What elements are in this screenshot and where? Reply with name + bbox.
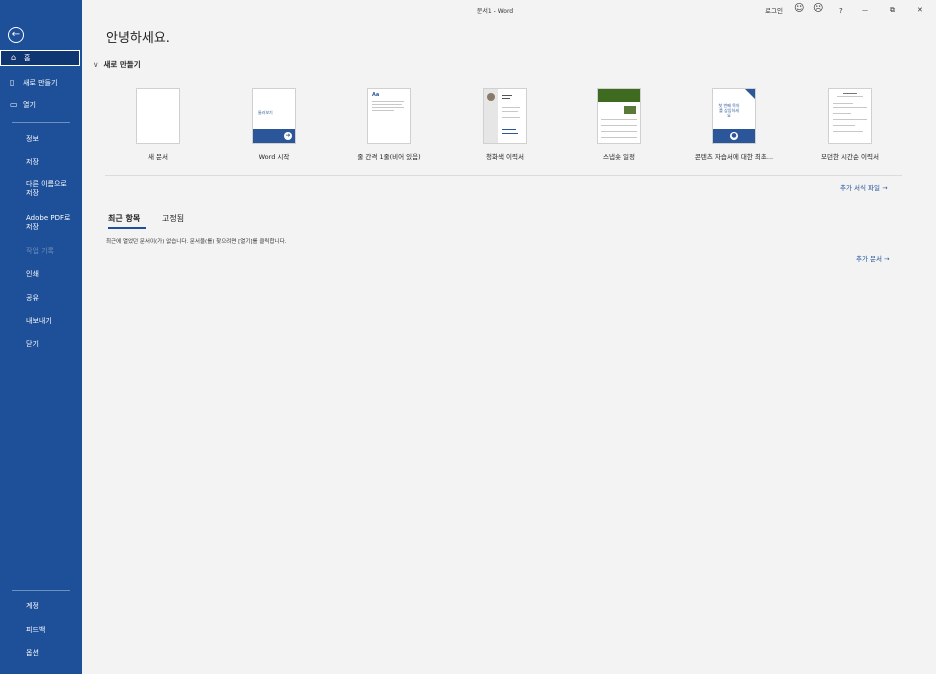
login-button[interactable]: 로그인 — [765, 5, 783, 15]
thumb-line — [372, 110, 394, 111]
template-single-spaced[interactable]: Aa 줄 간격 1줄(비어 있음) — [339, 88, 439, 161]
sidebar-item-info[interactable]: 정보 — [0, 135, 82, 144]
thumb-text: 첫 번째 목차를 삽입하세요 — [718, 103, 740, 118]
thumb-line — [833, 103, 853, 104]
thumb-line — [843, 93, 857, 94]
thumb-line — [502, 117, 520, 118]
sidebar-item-save-pdf[interactable]: Adobe PDF로 저장 — [0, 214, 80, 232]
template-snapshot-calendar[interactable]: 스냅숏 일정 — [569, 88, 669, 161]
backstage-sidebar: ← ⌂ 홈 ▯ 새로 만들기 ▭ 열기 정보 저장 다른 이름으로 저장 Ado… — [0, 0, 82, 674]
template-thumbnail — [828, 88, 872, 144]
sidebar-item-label: 새로 만들기 — [23, 79, 58, 87]
thumb-line — [372, 107, 404, 108]
template-thumbnail: 첫 번째 목차를 삽입하세요 ● — [712, 88, 756, 144]
sidebar-divider — [12, 590, 70, 591]
thumb-text: Aa — [372, 92, 380, 98]
new-section-label: 새로 만들기 — [103, 60, 141, 69]
thumb-line — [833, 119, 867, 120]
tab-pinned[interactable]: 고정됨 — [162, 213, 184, 224]
tutorial-icon: ● — [730, 132, 738, 140]
minimize-icon[interactable]: — — [862, 5, 868, 17]
template-thumbnail — [136, 88, 180, 144]
thumb-line — [601, 131, 637, 132]
tab-recent[interactable]: 최근 항목 — [108, 213, 140, 224]
sidebar-item-print[interactable]: 인쇄 — [0, 270, 82, 279]
frown-icon[interactable]: ☹ — [813, 3, 823, 15]
more-templates-link[interactable]: 추가 서식 파일 → — [840, 182, 888, 192]
sidebar-item-label: 홈 — [24, 54, 31, 62]
restore-icon[interactable]: ⧉ — [890, 4, 895, 16]
section-divider — [105, 175, 902, 176]
sidebar-item-home[interactable]: ⌂ 홈 — [0, 50, 80, 66]
thumb-header-band — [598, 89, 640, 102]
thumb-line — [502, 107, 520, 108]
template-label: 콘텐츠 자습서에 대한 최초... — [694, 153, 774, 161]
empty-recent-message: 최근에 열었던 문서이(가) 없습니다. 문서을(를) 찾으려면 [열기]를 클… — [106, 239, 287, 245]
sidebar-item-label: 열기 — [23, 101, 36, 109]
sidebar-item-close[interactable]: 닫기 — [0, 340, 82, 349]
template-thumbnail: Aa — [367, 88, 411, 144]
template-label: 줄 간격 1줄(비어 있음) — [357, 153, 421, 161]
template-blank[interactable]: 새 문서 — [108, 88, 208, 161]
template-thumbnail: 둘러보기 ➜ — [252, 88, 296, 144]
thumb-line — [502, 98, 510, 99]
sidebar-item-open[interactable]: ▭ 열기 — [0, 97, 82, 113]
thumb-line — [502, 111, 518, 112]
template-label: 스냅숏 일정 — [603, 153, 635, 161]
template-label: 청화색 이력서 — [486, 153, 524, 161]
thumb-line — [601, 125, 637, 126]
arrow-right-icon: ➜ — [284, 132, 292, 140]
sidebar-item-history: 작업 기록 — [26, 247, 54, 255]
close-icon[interactable]: ✕ — [917, 4, 923, 16]
sidebar-item-options[interactable]: 옵션 — [0, 649, 82, 658]
template-thumbnail — [483, 88, 527, 144]
smile-icon[interactable]: ☺ — [794, 3, 804, 15]
template-thumbnail — [597, 88, 641, 144]
title-bar: 문서1 - Word 로그인 ☺ ☹ ? — ⧉ ✕ — [82, 0, 936, 20]
template-word-start[interactable]: 둘러보기 ➜ Word 시작 — [224, 88, 324, 161]
thumb-line — [502, 129, 516, 130]
avatar-photo — [487, 93, 495, 101]
home-icon: ⌂ — [11, 53, 17, 62]
new-document-icon: ▯ — [10, 78, 15, 87]
thumb-corner-fold — [745, 89, 755, 99]
sidebar-item-save[interactable]: 저장 — [0, 158, 82, 167]
tab-active-indicator — [108, 227, 146, 229]
template-blue-resume[interactable]: 청화색 이력서 — [455, 88, 555, 161]
thumb-line — [833, 131, 863, 132]
thumb-line — [372, 101, 404, 102]
new-section-header[interactable]: ∨ 새로 만들기 — [93, 59, 141, 70]
thumb-photo — [624, 106, 636, 114]
sidebar-item-new[interactable]: ▯ 새로 만들기 — [0, 75, 82, 91]
more-documents-link[interactable]: 추가 문서 → — [856, 253, 890, 263]
folder-icon: ▭ — [10, 100, 18, 109]
sidebar-item-export[interactable]: 내보내기 — [0, 317, 82, 326]
thumb-line — [833, 107, 867, 108]
thumb-line — [372, 104, 402, 105]
template-label: Word 시작 — [258, 153, 290, 161]
sidebar-item-feedback[interactable]: 피드백 — [0, 626, 82, 635]
thumb-text: 둘러보기 — [258, 110, 273, 115]
back-arrow-icon[interactable]: ← — [8, 27, 24, 43]
thumb-line — [601, 137, 637, 138]
thumb-line — [833, 125, 855, 126]
sidebar-item-account[interactable]: 계정 — [0, 602, 82, 611]
thumb-line — [502, 133, 518, 134]
sidebar-item-share[interactable]: 공유 — [0, 294, 82, 303]
template-label: 모던한 시간순 이력서 — [821, 153, 879, 161]
greeting-heading: 안녕하세요. — [106, 31, 170, 46]
thumb-line — [837, 96, 863, 97]
template-modern-resume[interactable]: 모던한 시간순 이력서 — [800, 88, 900, 161]
sidebar-item-save-as[interactable]: 다른 이름으로 저장 — [0, 180, 80, 198]
thumb-line — [502, 95, 512, 96]
window-title: 문서1 - Word — [476, 8, 514, 15]
thumb-line — [833, 113, 851, 114]
help-icon[interactable]: ? — [839, 5, 843, 17]
chevron-down-icon: ∨ — [93, 60, 99, 69]
template-toc-tutorial[interactable]: 첫 번째 목차를 삽입하세요 ● 콘텐츠 자습서에 대한 최초... — [684, 88, 784, 161]
template-label: 새 문서 — [147, 153, 168, 161]
thumb-line — [601, 119, 637, 120]
sidebar-divider — [12, 122, 70, 123]
